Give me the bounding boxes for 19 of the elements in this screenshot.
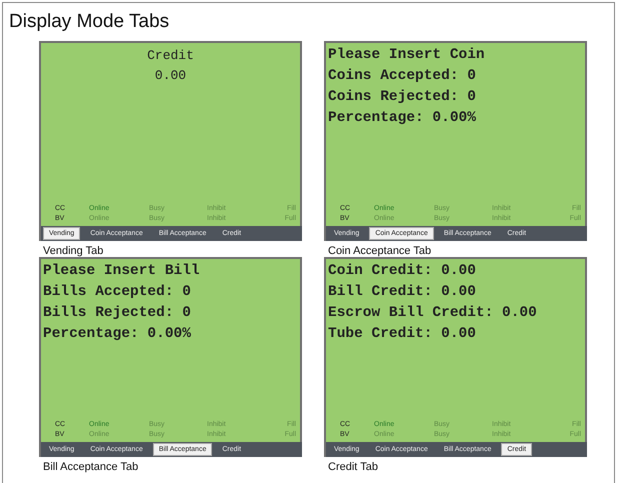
display-text: Escrow Bill Credit: 0.00 [328, 304, 538, 323]
figure-title: Display Mode Tabs [9, 11, 170, 34]
display-text: 0.00 [154, 67, 188, 85]
display-text: Coins Accepted: 0 [328, 67, 477, 86]
display-text: Coins Rejected: 0 [328, 88, 477, 107]
display-text: Please Insert Coin [328, 46, 486, 65]
panel-caption: Credit Tab [327, 460, 379, 473]
panel-caption: Coin Acceptance Tab [327, 244, 432, 257]
display-text: Tube Credit: 0.00 [328, 325, 477, 344]
display-text: Bills Rejected: 0 [43, 304, 192, 323]
panel-caption: Vending Tab [42, 244, 104, 257]
display-text: Please Insert Bill [43, 262, 201, 281]
display-text: Percentage: 0.00% [328, 109, 477, 128]
display-text: Credit [146, 47, 195, 65]
panel-caption: Bill Acceptance Tab [42, 460, 140, 473]
display-text: Bill Credit: 0.00 [328, 283, 477, 302]
display-text: Bills Accepted: 0 [43, 283, 192, 302]
display-text: Percentage: 0.00% [43, 325, 192, 344]
display-text: Coin Credit: 0.00 [328, 262, 477, 281]
